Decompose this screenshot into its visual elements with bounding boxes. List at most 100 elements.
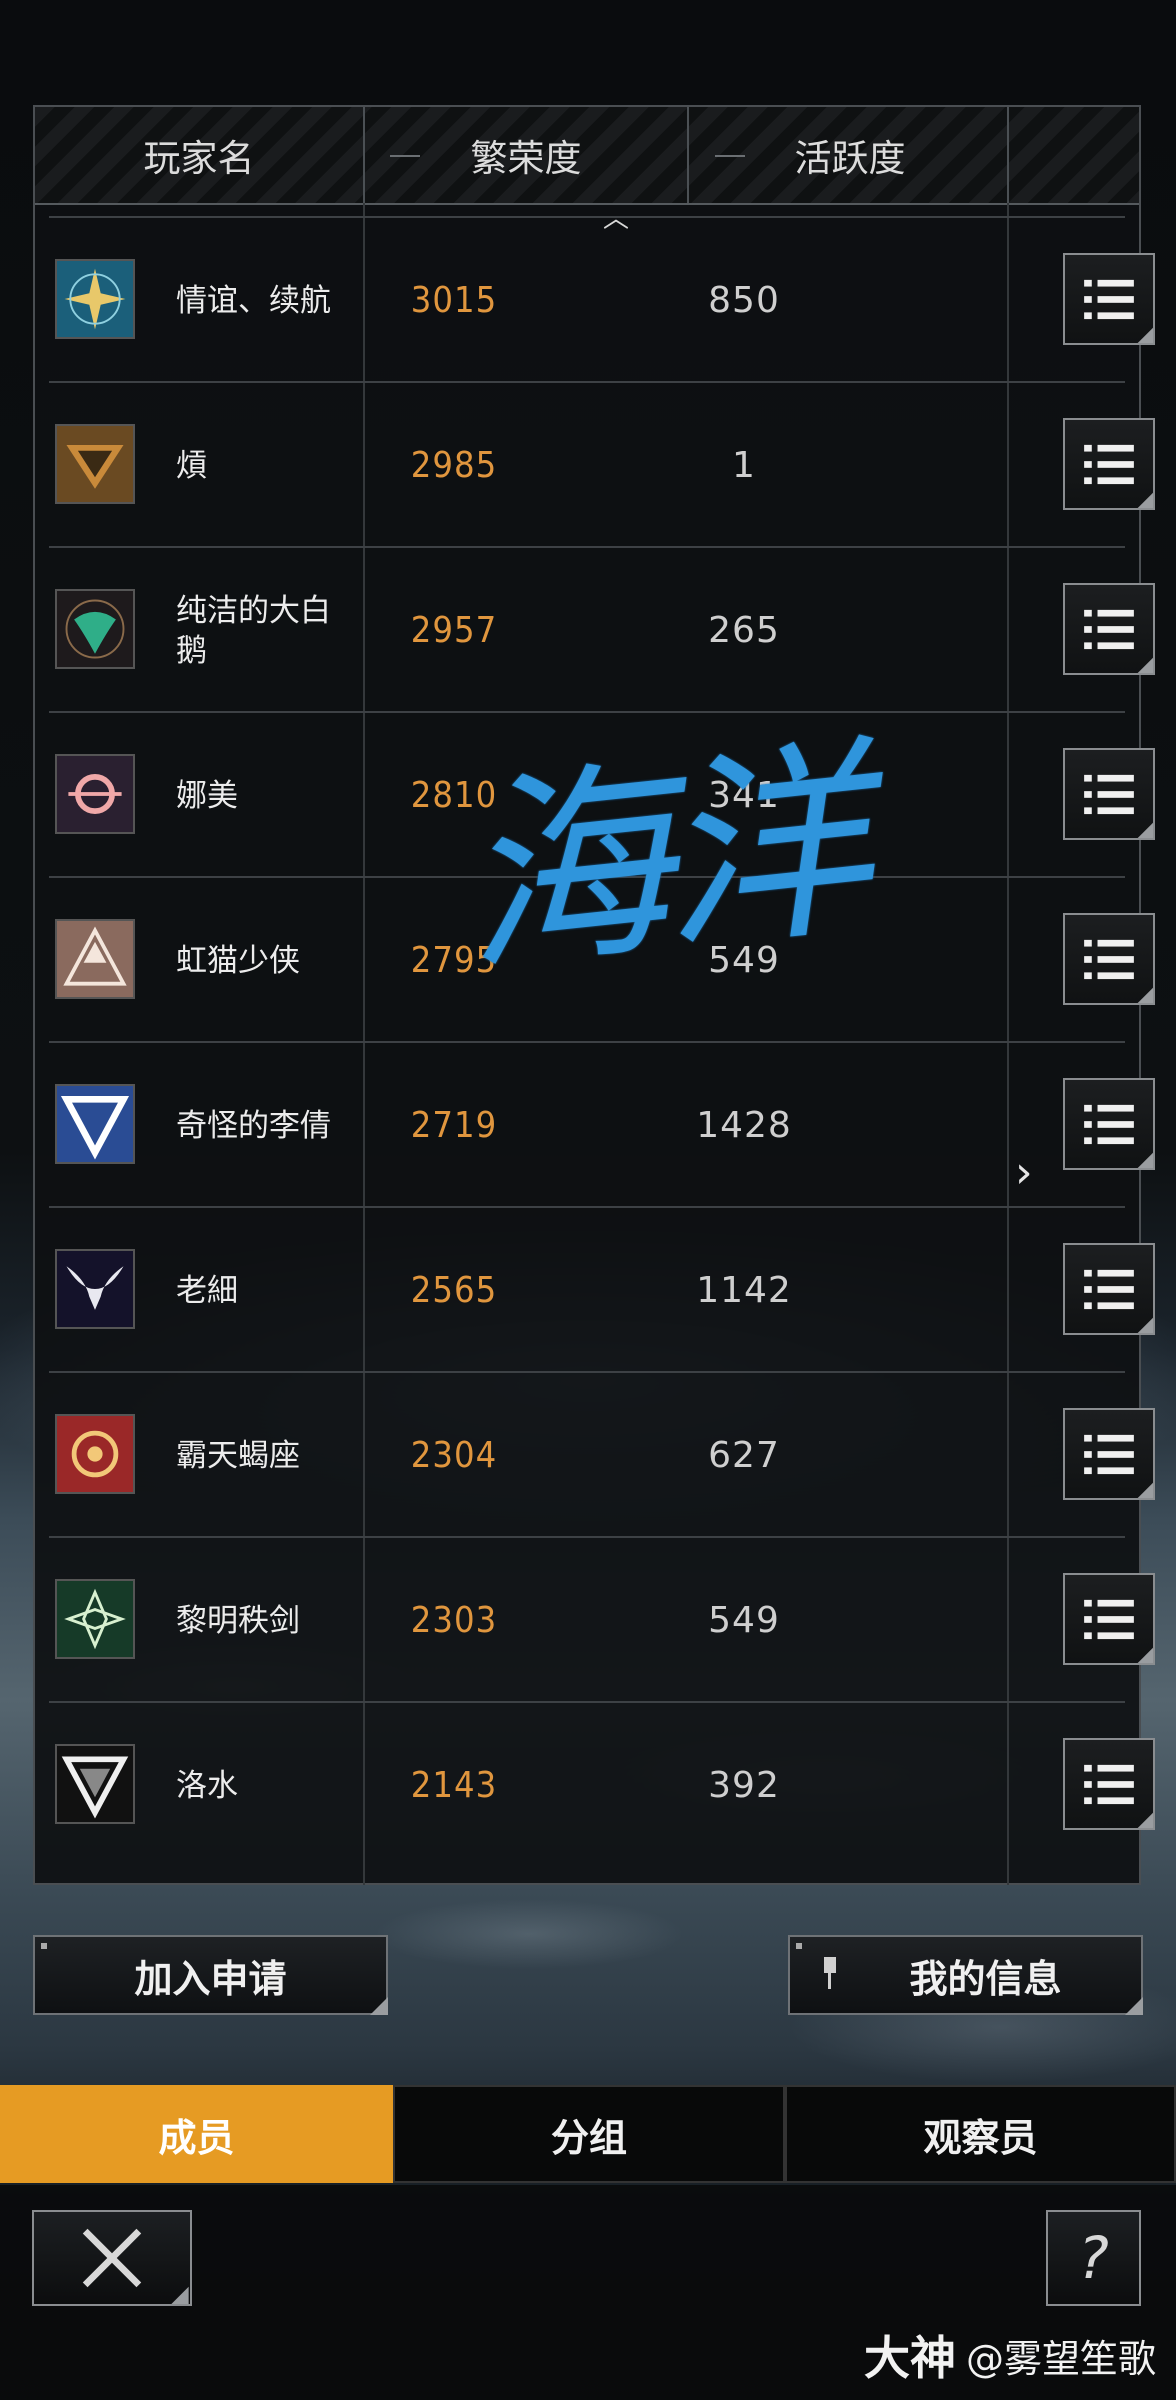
my-info-label: 我的信息 xyxy=(909,1956,1062,2001)
join-requests-button[interactable]: 加入申请 xyxy=(33,1935,388,2015)
member-row[interactable]: 霸天蝎座 2304 627 xyxy=(49,1371,1155,1538)
member-menu-button[interactable] xyxy=(1063,748,1155,840)
my-info-button[interactable]: 我的信息 xyxy=(788,1935,1143,2015)
activity-value: 1428 xyxy=(696,1105,792,1146)
activity-value: 549 xyxy=(708,1600,780,1641)
credit-handle: @雾望笙歌 xyxy=(965,2336,1156,2381)
player-name: 霸天蝎座 xyxy=(176,1437,300,1474)
list-menu-icon xyxy=(1084,279,1153,343)
player-avatar[interactable] xyxy=(55,919,135,999)
list-menu-icon xyxy=(1084,1269,1153,1333)
player-avatar[interactable] xyxy=(55,1579,135,1659)
list-menu-icon xyxy=(1084,1764,1153,1828)
pink-ring-emblem-icon xyxy=(57,756,133,832)
prosperity-value: 3015 xyxy=(410,280,498,321)
triangle-crest-emblem-icon xyxy=(57,921,133,997)
player-avatar[interactable] xyxy=(55,1084,135,1164)
player-avatar[interactable] xyxy=(55,754,135,834)
prosperity-value: 2304 xyxy=(410,1435,498,1476)
player-name: 情谊、续航 xyxy=(176,282,331,319)
member-row[interactable]: 情谊、续航 3015 850 xyxy=(49,216,1155,383)
tab-groups[interactable]: 分组 xyxy=(393,2085,785,2183)
player-name: 洛水 xyxy=(176,1767,238,1804)
close-icon xyxy=(82,2228,189,2304)
corner-notch-icon xyxy=(370,1997,388,2015)
list-menu-icon xyxy=(1084,1599,1153,1663)
player-avatar[interactable] xyxy=(55,589,135,669)
help-button[interactable]: ? xyxy=(1046,2210,1141,2306)
member-menu-button[interactable] xyxy=(1063,1573,1155,1665)
player-avatar[interactable] xyxy=(55,259,135,339)
horned-skull-emblem-icon xyxy=(57,1251,133,1327)
blue-v-emblem-icon xyxy=(57,1086,133,1162)
player-avatar[interactable] xyxy=(55,1744,135,1824)
corner-dot-icon xyxy=(41,1943,47,1949)
member-menu-button[interactable] xyxy=(1063,583,1155,675)
corner-notch-icon xyxy=(1125,1997,1143,2015)
player-name: 娜美 xyxy=(176,777,238,814)
prosperity-value: 2957 xyxy=(410,610,498,651)
player-name: 黎明秩剑 xyxy=(176,1602,300,1639)
member-row[interactable]: 老細 2565 1142 xyxy=(49,1206,1155,1373)
player-name: 奇怪的李倩 xyxy=(176,1107,331,1144)
bronze-chevron-emblem-icon xyxy=(57,426,133,502)
player-name: 纯洁的大白鹅 xyxy=(176,592,331,669)
member-menu-button[interactable] xyxy=(1063,1078,1155,1170)
green-mask-emblem-icon xyxy=(57,591,133,667)
player-name: 老細 xyxy=(176,1272,238,1309)
pin-stem-icon xyxy=(828,1973,831,1989)
header-prosperity[interactable]: 繁荣度 xyxy=(365,107,687,203)
activity-value: 392 xyxy=(708,1765,780,1806)
list-menu-icon xyxy=(1084,1434,1153,1498)
prosperity-value: 2565 xyxy=(410,1270,498,1311)
list-menu-icon xyxy=(1084,444,1153,508)
player-avatar[interactable] xyxy=(55,1414,135,1494)
list-menu-icon xyxy=(1084,609,1153,673)
green-diamond-emblem-icon xyxy=(57,1581,133,1657)
member-menu-button[interactable] xyxy=(1063,1243,1155,1335)
close-button[interactable] xyxy=(32,2210,192,2306)
red-target-emblem-icon xyxy=(57,1416,133,1492)
corner-dot-icon xyxy=(796,1943,802,1949)
tab-observers[interactable]: 观察员 xyxy=(785,2085,1176,2183)
activity-value: 627 xyxy=(708,1435,780,1476)
activity-value: 1 xyxy=(732,445,756,486)
tab-members[interactable]: 成员 xyxy=(0,2085,393,2183)
list-menu-icon xyxy=(1084,1104,1153,1168)
triangle-2-emblem-icon xyxy=(57,1746,133,1822)
credit-brand: 大神 xyxy=(863,2331,956,2385)
member-menu-button[interactable] xyxy=(1063,418,1155,510)
player-avatar[interactable] xyxy=(55,1249,135,1329)
member-row[interactable]: 黎明秩剑 2303 549 xyxy=(49,1536,1155,1703)
activity-value: 850 xyxy=(708,280,780,321)
bottom-tabs: 成员 分组 观察员 xyxy=(0,2085,1176,2183)
member-menu-button[interactable] xyxy=(1063,1408,1155,1500)
join-requests-label: 加入申请 xyxy=(134,1956,287,2001)
prosperity-value: 2303 xyxy=(410,1600,498,1641)
credit-watermark: 大神 @雾望笙歌 xyxy=(864,2322,1156,2388)
member-menu-button[interactable] xyxy=(1063,913,1155,1005)
star-compass-emblem-icon xyxy=(57,261,133,337)
player-name: 熕 xyxy=(176,447,207,484)
pin-icon xyxy=(824,1957,836,1973)
member-menu-button[interactable] xyxy=(1063,1738,1155,1830)
table-header: 玩家名 繁荣度 活跃度 xyxy=(35,107,1139,205)
activity-value: 1142 xyxy=(696,1270,792,1311)
header-divider xyxy=(1007,107,1009,203)
header-activity[interactable]: 活跃度 xyxy=(689,107,1011,203)
member-menu-button[interactable] xyxy=(1063,253,1155,345)
player-avatar[interactable] xyxy=(55,424,135,504)
member-row[interactable]: 熕 2985 1 xyxy=(49,381,1155,548)
list-menu-icon xyxy=(1084,774,1153,838)
watermark-text: 海洋 xyxy=(448,717,872,1004)
prosperity-value: 2143 xyxy=(410,1765,498,1806)
question-mark-icon: ? xyxy=(1078,2224,1109,2292)
member-row[interactable]: 奇怪的李倩 2719 1428 xyxy=(49,1041,1155,1208)
member-row[interactable]: 洛水 2143 392 xyxy=(49,1701,1155,1868)
prosperity-value: 2719 xyxy=(410,1105,498,1146)
prosperity-value: 2985 xyxy=(410,445,498,486)
player-name: 虹猫少侠 xyxy=(176,942,300,979)
member-row[interactable]: 纯洁的大白鹅 2957 265 xyxy=(49,546,1155,713)
header-player-name[interactable]: 玩家名 xyxy=(35,107,363,203)
next-page-arrow-icon[interactable]: › xyxy=(1015,1147,1033,1198)
